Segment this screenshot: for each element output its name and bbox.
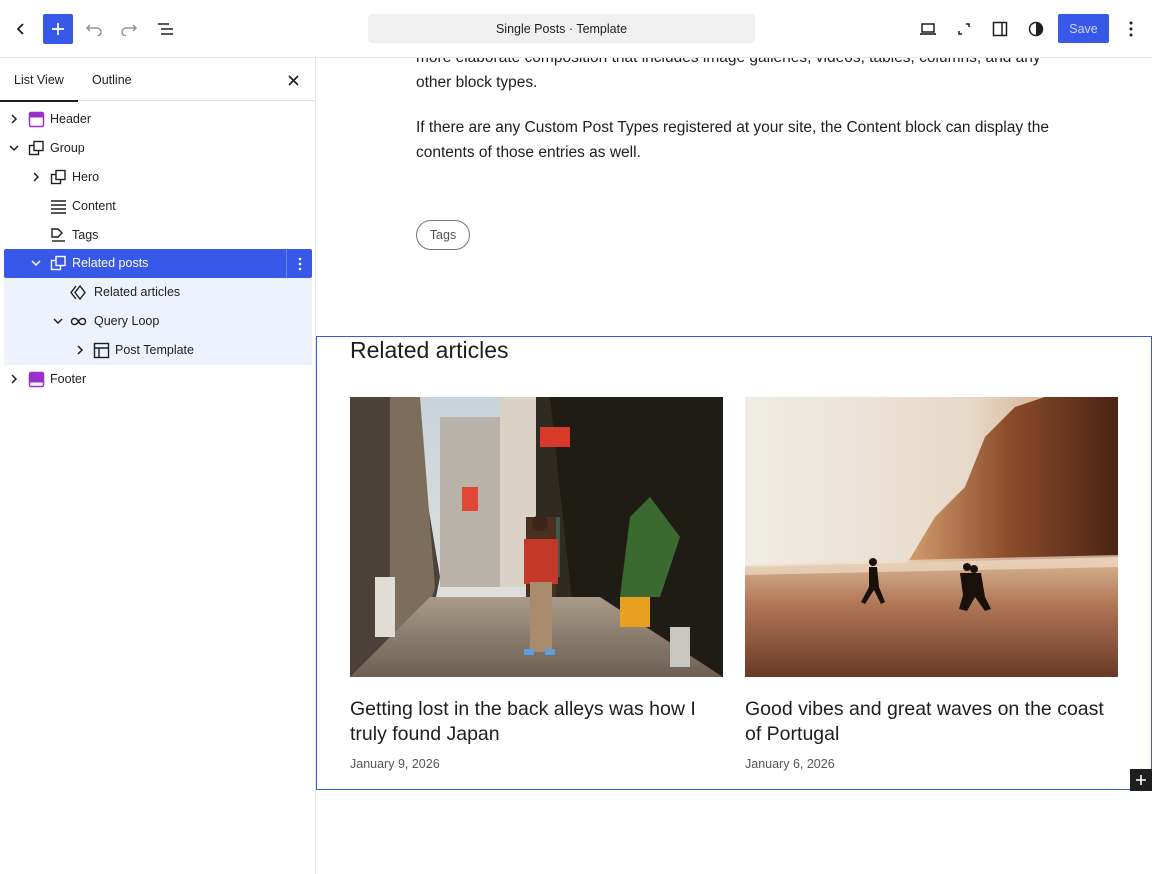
tags-block[interactable]: Tags: [416, 220, 470, 250]
device-preview-button[interactable]: [913, 14, 943, 44]
chevron-right-icon[interactable]: [8, 373, 20, 385]
chevron-down-icon[interactable]: [8, 142, 20, 154]
post-title[interactable]: Good vibes and great waves on the coast …: [745, 697, 1118, 747]
heading-icon: [70, 285, 86, 301]
more-options-icon: [1129, 21, 1133, 37]
settings-panel-button[interactable]: [985, 14, 1015, 44]
tree-item-label: Related articles: [94, 285, 181, 300]
content-paragraph[interactable]: If there are any Custom Post Types regis…: [416, 116, 1056, 165]
tree-item-label: Content: [72, 198, 116, 213]
tree-item-footer[interactable]: Footer: [0, 365, 316, 394]
back-button[interactable]: [6, 14, 36, 44]
post-card[interactable]: Getting lost in the back alleys was how …: [350, 397, 723, 771]
tree-item-related-articles[interactable]: Related articles: [4, 278, 312, 308]
post-card[interactable]: Good vibes and great waves on the coast …: [745, 397, 1118, 771]
sidebar-tabs: List View Outline: [0, 58, 315, 102]
post-date: January 6, 2026: [745, 757, 835, 771]
chevron-down-icon[interactable]: [52, 315, 64, 327]
tab-list-view[interactable]: List View: [0, 58, 78, 102]
fullscreen-icon: [958, 23, 970, 35]
tree-item-label: Hero: [72, 169, 100, 184]
chevron-right-icon[interactable]: [8, 113, 20, 125]
more-options-icon: [298, 257, 301, 271]
content-icon: [51, 199, 66, 214]
close-icon: [287, 74, 299, 86]
undo-icon: [85, 24, 102, 36]
header-template-part-icon: [28, 111, 45, 128]
post-title[interactable]: Getting lost in the back alleys was how …: [350, 697, 723, 747]
post-date: January 9, 2026: [350, 757, 440, 771]
desktop-preview-icon: [920, 23, 936, 35]
save-button[interactable]: Save: [1058, 14, 1109, 43]
tab-label: Outline: [92, 72, 132, 87]
redo-icon: [121, 24, 138, 36]
tree-item-hero[interactable]: Hero: [0, 163, 316, 192]
chevron-right-icon[interactable]: [30, 171, 42, 183]
settings-panel-icon: [992, 21, 1008, 37]
alley-photo: [350, 397, 723, 677]
group-icon: [28, 140, 44, 156]
tree-item-label: Query Loop: [94, 314, 160, 329]
post-featured-image[interactable]: [745, 397, 1118, 677]
related-articles-heading[interactable]: Related articles: [350, 337, 509, 364]
add-icon: [52, 23, 64, 35]
block-appender-button[interactable]: [1130, 769, 1152, 791]
tree-item-label: Post Template: [115, 343, 194, 358]
related-posts-block[interactable]: Related articles Getting lost in the bac…: [316, 336, 1152, 790]
tree-item-label: Group: [50, 140, 85, 155]
styles-button[interactable]: [1021, 14, 1051, 44]
content-paragraph[interactable]: more elaborate composition that includes…: [416, 58, 1056, 95]
tree-item-related-posts[interactable]: Related posts: [4, 249, 312, 279]
styles-icon: [1028, 21, 1044, 37]
tree-item-post-template[interactable]: Post Template: [4, 336, 312, 366]
block-tree: Header Group Hero Content Tags Related p…: [0, 105, 316, 394]
chevron-down-icon[interactable]: [30, 257, 42, 269]
tree-item-group[interactable]: Group: [0, 134, 316, 163]
tab-outline[interactable]: Outline: [92, 58, 132, 101]
tree-item-content[interactable]: Content: [0, 192, 316, 221]
tree-item-label: Header: [50, 112, 91, 126]
add-block-button[interactable]: [43, 14, 73, 44]
tree-item-label: Footer: [50, 372, 87, 387]
document-overview-icon: [158, 23, 173, 35]
tree-item-label: Related posts: [72, 256, 149, 271]
loop-icon: [70, 318, 87, 326]
options-button[interactable]: [1116, 14, 1146, 44]
fullscreen-button[interactable]: [949, 14, 979, 44]
beach-photo: [745, 397, 1118, 677]
group-icon: [50, 169, 66, 184]
post-featured-image[interactable]: [350, 397, 723, 677]
editor-toolbar: Single Posts · Template Save: [0, 0, 1152, 58]
tags-icon: [51, 227, 65, 242]
tree-item-label: Tags: [72, 227, 99, 242]
block-options-button[interactable]: [286, 249, 312, 279]
document-overview-button[interactable]: [151, 14, 181, 44]
chevron-right-icon[interactable]: [74, 344, 86, 356]
undo-button[interactable]: [79, 14, 109, 44]
tree-item-header[interactable]: Header: [0, 105, 316, 134]
group-icon: [50, 256, 66, 271]
back-icon: [16, 23, 24, 35]
add-icon: [1136, 775, 1146, 785]
list-view-sidebar: List View Outline Header Group Hero Cont…: [0, 58, 316, 874]
footer-template-part-icon: [28, 371, 45, 388]
editor-canvas[interactable]: more elaborate composition that includes…: [316, 58, 1152, 874]
document-title: Single Posts · Template: [495, 21, 628, 36]
close-sidebar-button[interactable]: [284, 71, 302, 89]
layout-icon: [93, 342, 110, 359]
tree-item-query-loop[interactable]: Query Loop: [4, 307, 312, 337]
tab-label: List View: [14, 72, 64, 87]
redo-button[interactable]: [114, 14, 144, 44]
tree-item-tags[interactable]: Tags: [0, 221, 316, 250]
document-title-bar[interactable]: Single Posts · Template: [368, 14, 755, 43]
